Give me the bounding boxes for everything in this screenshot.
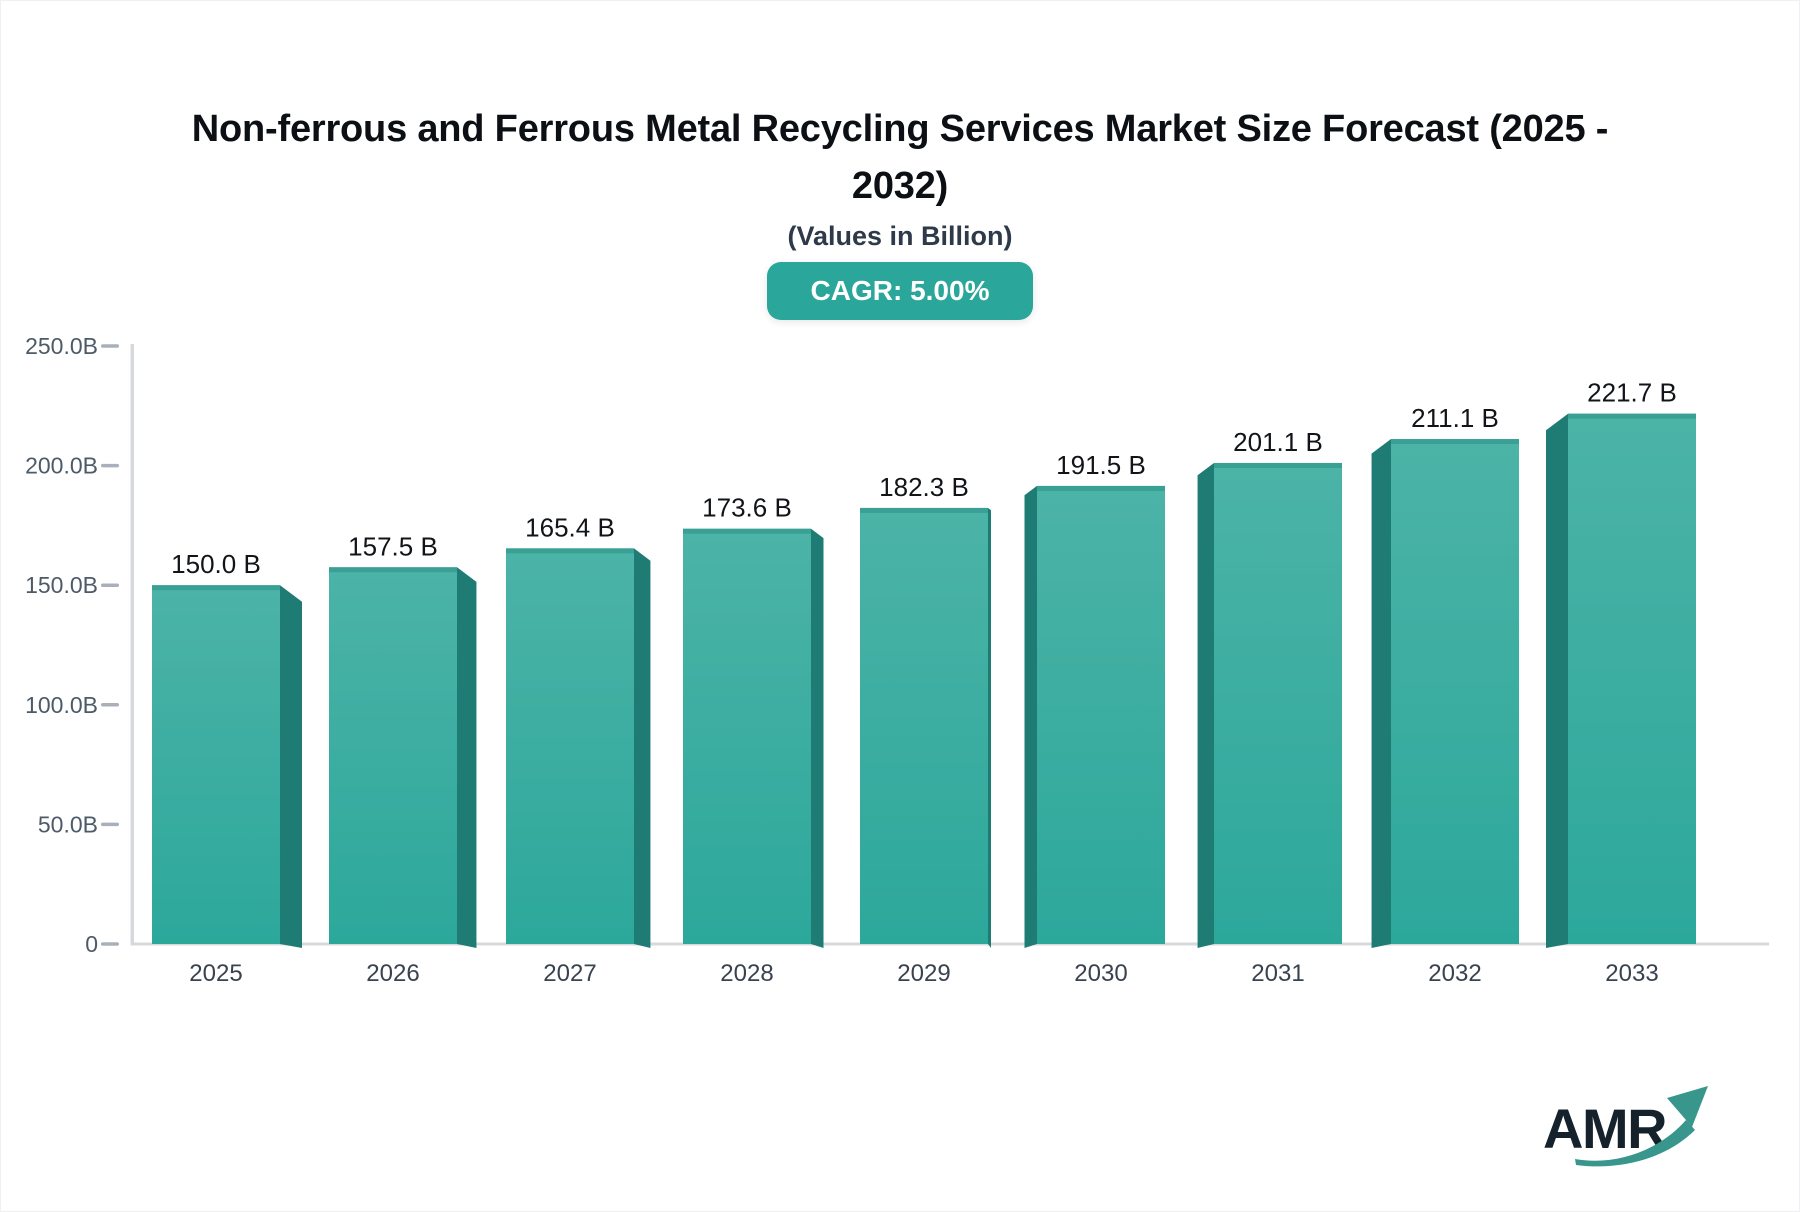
x-axis-label: 2032 [1428, 960, 1481, 987]
y-tick-mark [101, 703, 119, 707]
bar-front-face [1037, 485, 1165, 944]
bar-side-face [1546, 413, 1568, 948]
y-axis-label: 200.0B [25, 453, 98, 479]
growth-arrow-icon [1575, 1086, 1708, 1167]
bar-group-2026[interactable]: 157.5 B [329, 531, 477, 948]
chart-header: Non-ferrous and Ferrous Metal Recycling … [1, 101, 1799, 320]
bar-group-2032[interactable]: 211.1 B [1371, 403, 1519, 948]
bar-front-face [1214, 462, 1342, 944]
x-axis-label: 2028 [720, 960, 773, 987]
y-tick-mark [101, 822, 119, 827]
bar-top-face [506, 548, 634, 554]
bar-side-face [1024, 485, 1037, 948]
bar-side-face [1371, 439, 1391, 948]
bar-top-face [329, 567, 457, 573]
bar-value-label: 211.1 B [1411, 403, 1499, 433]
x-axis-label: 2026 [366, 960, 419, 987]
bar-front-face [860, 507, 988, 944]
y-tick-mark [101, 942, 119, 946]
bar-side-face [457, 567, 477, 948]
bar-group-2029[interactable]: 182.3 B [860, 472, 991, 948]
y-tick-mark [101, 583, 119, 587]
y-tick-mark [101, 463, 119, 468]
x-axis-label: 2029 [897, 960, 950, 987]
bar-chart-canvas: 0 50.0B 100.0B 150.0B 200.0B 250.0B 150.0 B 202… [25, 333, 1769, 987]
bar-group-2031[interactable]: 201.1 B [1197, 427, 1342, 948]
bar-side-face [811, 528, 824, 948]
bar-front-face [329, 567, 457, 944]
bar-value-label: 173.6 B [702, 493, 792, 523]
bar-group-2027[interactable]: 165.4 B [506, 512, 651, 948]
chart-page: Non-ferrous and Ferrous Metal Recycling … [0, 0, 1800, 1212]
bar-group-2030[interactable]: 191.5 B [1024, 450, 1166, 948]
amr-logo: AMR [1543, 1086, 1708, 1167]
y-axis-label: 100.0B [25, 692, 98, 718]
bar-value-label: 221.7 B [1587, 378, 1677, 408]
bar-side-face [280, 585, 302, 948]
chart-title: Non-ferrous and Ferrous Metal Recycling … [1, 101, 1799, 215]
bar-side-face [634, 548, 651, 948]
y-tick-mark [101, 344, 119, 348]
bar-group-2033[interactable]: 221.7 B [1546, 378, 1696, 948]
x-axis-label: 2027 [543, 960, 596, 987]
y-axis-label: 250.0B [25, 333, 98, 359]
bar-group-2028[interactable]: 173.6 B [683, 493, 824, 948]
bar-top-face [683, 528, 811, 534]
y-axis-label: 150.0B [25, 572, 98, 598]
x-axis-label: 2025 [189, 960, 242, 987]
bar-group-2025[interactable]: 150.0 B [152, 549, 302, 948]
y-axis-label: 0 [85, 931, 98, 957]
bar-value-label: 182.3 B [879, 472, 969, 502]
bar-front-face [1391, 439, 1519, 944]
bar-front-face [1568, 413, 1696, 944]
x-axis-label: 2033 [1605, 960, 1658, 987]
bar-side-face [1197, 462, 1214, 948]
bar-side-face [988, 507, 991, 948]
y-axis-label: 50.0B [38, 811, 98, 837]
bar-value-label: 165.4 B [525, 512, 615, 542]
y-axis-line [130, 344, 134, 946]
bar-value-label: 201.1 B [1233, 427, 1323, 457]
x-axis-label: 2030 [1074, 960, 1127, 987]
bar-top-face [1214, 462, 1342, 468]
bar-top-face [1037, 485, 1165, 491]
bar-value-label: 150.0 B [171, 549, 261, 579]
bar-front-face [683, 528, 811, 944]
bar-value-label: 157.5 B [348, 531, 438, 561]
chart-title-line2: 2032) [851, 165, 949, 207]
bar-front-face [152, 585, 280, 944]
bar-top-face [1391, 439, 1519, 445]
chart-title-line1: Non-ferrous and Ferrous Metal Recycling … [191, 108, 1609, 150]
market-size-chart: 0 50.0B 100.0B 150.0B 200.0B 250.0B 150.0 B 202… [1, 301, 1799, 1061]
bar-top-face [1568, 413, 1696, 419]
chart-subtitle: (Values in Billion) [787, 221, 1013, 251]
bar-top-face [860, 507, 988, 513]
bar-value-label: 191.5 B [1056, 450, 1146, 480]
x-axis-label: 2031 [1251, 960, 1304, 987]
bar-front-face [506, 548, 634, 944]
bar-top-face [152, 585, 280, 591]
